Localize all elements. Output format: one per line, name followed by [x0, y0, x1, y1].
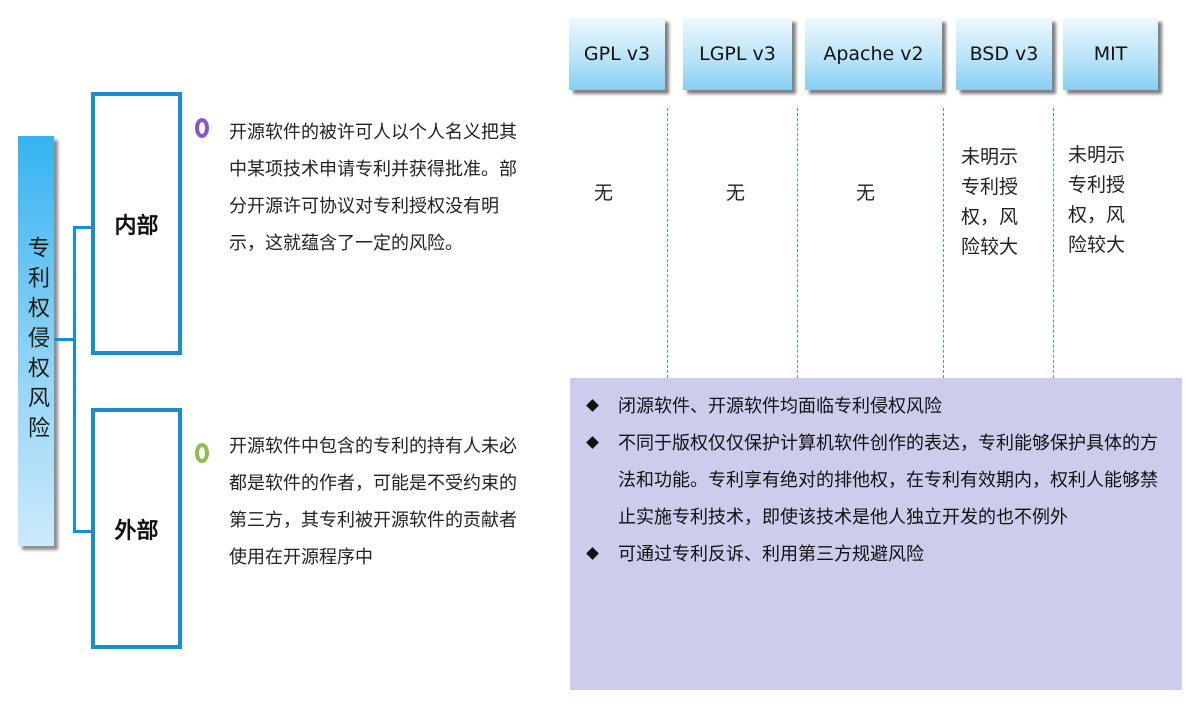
internal-description: 开源软件的被许可人以个人名义把其中某项技术申请专利并获得批准。部分开源许可协议对…	[229, 114, 519, 262]
vertical-title: 专利权侵权风险	[18, 136, 54, 546]
license-header-lgpl: LGPL v3	[683, 18, 792, 90]
ring-icon-green	[195, 443, 209, 463]
column-divider	[943, 108, 944, 378]
category-label-external: 外部	[114, 513, 158, 545]
category-box-external: 外部	[91, 408, 182, 649]
summary-list: 闭源软件、开源软件均面临专利侵权风险 不同于版权仅仅保护计算机软件创作的表达，专…	[570, 378, 1182, 573]
column-divider	[797, 108, 798, 378]
connector-bottom	[73, 530, 93, 533]
summary-panel: 闭源软件、开源软件均面临专利侵权风险 不同于版权仅仅保护计算机软件创作的表达，专…	[570, 378, 1182, 690]
title-text: 专利权侵权风险	[20, 236, 52, 446]
license-value-gpl: 无	[594, 178, 613, 208]
column-divider	[1053, 108, 1054, 378]
license-header-bsd: BSD v3	[956, 18, 1052, 90]
category-box-internal: 内部	[91, 92, 182, 355]
column-divider	[667, 108, 668, 378]
diamond-bullet-icon	[586, 436, 599, 449]
list-item: 可通过专利反诉、利用第三方规避风险	[570, 536, 1158, 573]
license-value-apache: 无	[856, 178, 875, 208]
external-description: 开源软件中包含的专利的持有人未必都是软件的作者，可能是不受约束的第三方，其专利被…	[229, 428, 519, 576]
category-label-internal: 内部	[114, 208, 158, 240]
license-value-mit: 未明示专利授权，风险较大	[1068, 140, 1138, 260]
license-header-gpl: GPL v3	[569, 18, 665, 90]
license-value-bsd: 未明示专利授权，风险较大	[961, 142, 1031, 262]
ring-icon-purple	[195, 118, 209, 138]
list-item: 不同于版权仅仅保护计算机软件创作的表达，专利能够保护具体的方法和功能。专利享有绝…	[570, 425, 1158, 536]
connector-vertical	[73, 226, 76, 532]
list-item: 闭源软件、开源软件均面临专利侵权风险	[570, 388, 1158, 425]
license-header-mit: MIT	[1063, 18, 1158, 90]
diamond-bullet-icon	[586, 399, 599, 412]
connector-top	[73, 226, 93, 229]
license-header-apache: Apache v2	[805, 18, 942, 90]
diamond-bullet-icon	[586, 547, 599, 560]
license-value-lgpl: 无	[726, 178, 745, 208]
